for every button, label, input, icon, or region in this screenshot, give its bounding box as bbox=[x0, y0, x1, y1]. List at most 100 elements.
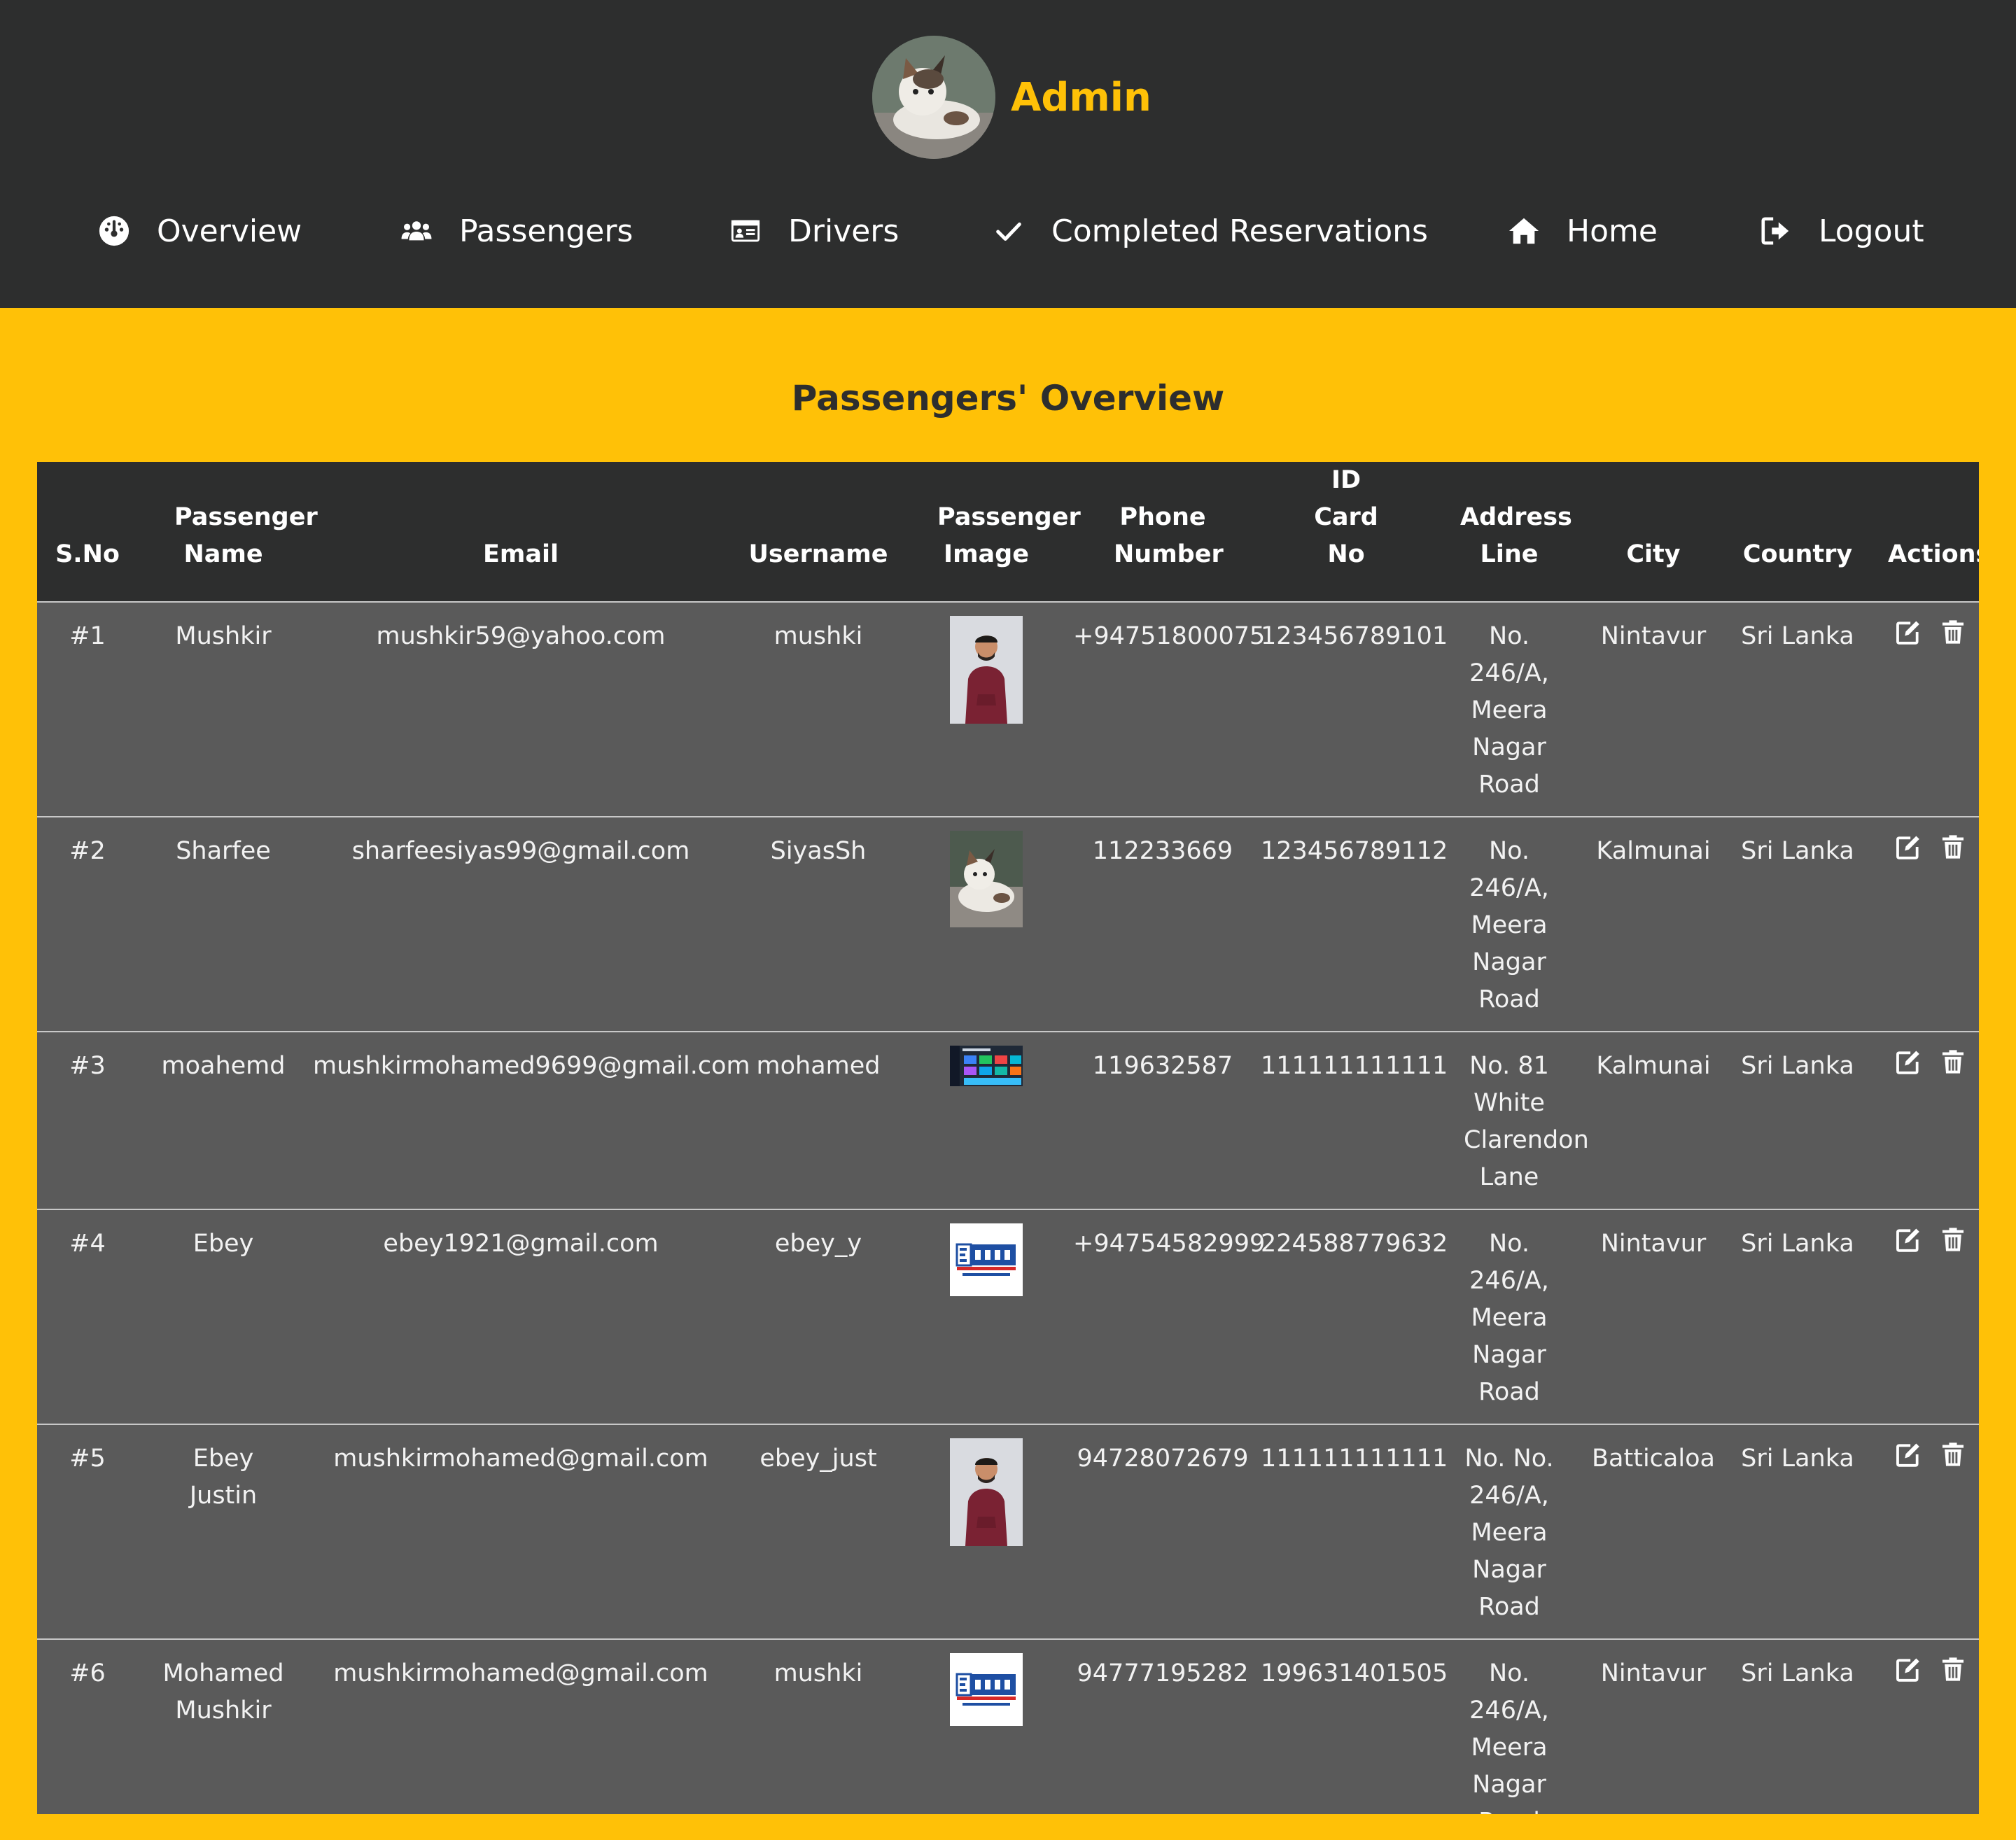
cell-image bbox=[904, 602, 1069, 817]
cell-country: Sri Lanka bbox=[1741, 1445, 1854, 1473]
cell-phone: 94777195282 bbox=[1077, 1659, 1249, 1687]
delete-icon[interactable] bbox=[1940, 618, 1966, 646]
cell-username: SiyasSh bbox=[770, 837, 867, 865]
edit-icon[interactable] bbox=[1895, 1655, 1921, 1683]
cell-address: No. No. 246/A, Meera Nagar Road bbox=[1464, 1445, 1554, 1621]
cell-email: mushkirmohamed@gmail.com bbox=[333, 1445, 708, 1473]
edit-icon[interactable] bbox=[1895, 1440, 1921, 1468]
cell-country: Sri Lanka bbox=[1741, 837, 1854, 865]
cell-image bbox=[904, 1424, 1069, 1639]
passenger-image bbox=[950, 831, 1023, 927]
cell-email: sharfeesiyas99@gmail.com bbox=[351, 837, 690, 865]
nav-drivers-label: Drivers bbox=[788, 213, 899, 249]
cell-email: mushkirmohamed9699@gmail.com bbox=[313, 1052, 750, 1080]
passengers-table-container: S.No Passenger Name Email Username Passe… bbox=[37, 462, 1979, 1814]
cell-address: No. 246/A, Meera Nagar Road bbox=[1469, 1230, 1549, 1406]
users-icon bbox=[399, 213, 434, 248]
brand: Admin bbox=[872, 36, 1152, 159]
cell-actions bbox=[1871, 602, 1979, 817]
delete-icon[interactable] bbox=[1940, 1226, 1966, 1253]
cell-username: mushki bbox=[774, 622, 863, 650]
passenger-image bbox=[950, 1046, 1023, 1086]
cell-actions bbox=[1871, 1639, 1979, 1814]
nav-completed-reservations[interactable]: Completed Reservations bbox=[991, 203, 1428, 259]
nav-home[interactable]: Home bbox=[1506, 203, 1658, 259]
id-card-icon bbox=[728, 213, 763, 248]
table-row: #2 Sharfee sharfeesiyas99@gmail.com SiyasSh… bbox=[37, 817, 1979, 1032]
nav-passengers[interactable]: Passengers bbox=[399, 203, 633, 259]
delete-icon[interactable] bbox=[1940, 1655, 1966, 1683]
table-row: #1 Mushkir mushkir59@yahoo.com mushki +9475… bbox=[37, 602, 1979, 817]
delete-icon[interactable] bbox=[1940, 1440, 1966, 1468]
cell-username: mushki bbox=[774, 1659, 863, 1687]
logout-icon bbox=[1758, 213, 1793, 248]
col-header-sno: S.No bbox=[55, 540, 120, 568]
cell-image bbox=[904, 1639, 1069, 1814]
cell-country: Sri Lanka bbox=[1741, 622, 1854, 650]
cell-address: No. 81 White Clarendon Lane bbox=[1464, 1052, 1589, 1191]
cell-address: No. 246/A, Meera Nagar Road bbox=[1469, 1659, 1549, 1814]
cell-idcard: 224588779632 bbox=[1261, 1230, 1448, 1258]
cell-username: mohamed bbox=[756, 1052, 881, 1080]
admin-avatar bbox=[872, 36, 995, 159]
cell-sno: #1 bbox=[69, 622, 106, 650]
cell-sno: #4 bbox=[69, 1230, 106, 1258]
cell-phone: 94728072679 bbox=[1077, 1445, 1249, 1473]
cell-image bbox=[904, 1032, 1069, 1209]
passenger-image bbox=[950, 1438, 1023, 1546]
delete-icon[interactable] bbox=[1940, 833, 1966, 861]
cell-sno: #2 bbox=[69, 837, 106, 865]
passenger-image bbox=[950, 1223, 1023, 1296]
cell-sno: #5 bbox=[69, 1445, 106, 1473]
cell-image bbox=[904, 817, 1069, 1032]
nav-overview-label: Overview bbox=[157, 213, 302, 249]
cell-city: Kalmunai bbox=[1596, 837, 1711, 865]
nav-home-label: Home bbox=[1567, 213, 1658, 249]
col-header-idcard: ID Card No bbox=[1314, 466, 1378, 568]
cell-idcard: 123456789112 bbox=[1261, 837, 1448, 865]
cell-country: Sri Lanka bbox=[1741, 1230, 1854, 1258]
nav-logout[interactable]: Logout bbox=[1758, 203, 1924, 259]
top-header: Admin Overview Passengers Drivers Comple… bbox=[0, 0, 2016, 308]
passengers-table: S.No Passenger Name Email Username Passe… bbox=[37, 462, 1979, 1814]
passenger-image bbox=[950, 616, 1023, 724]
cell-name: moahemd bbox=[161, 1052, 286, 1080]
cell-country: Sri Lanka bbox=[1741, 1052, 1854, 1080]
cell-city: Batticaloa bbox=[1592, 1445, 1715, 1473]
table-row: #5 Ebey Justin mushkirmohamed@gmail.com ebe… bbox=[37, 1424, 1979, 1639]
row-actions bbox=[1875, 1048, 1979, 1076]
cell-sno: #3 bbox=[69, 1052, 106, 1080]
edit-icon[interactable] bbox=[1895, 833, 1921, 861]
cell-phone: +94754582999 bbox=[1073, 1230, 1266, 1258]
nav-drivers[interactable]: Drivers bbox=[728, 203, 899, 259]
cell-phone: 112233669 bbox=[1092, 837, 1233, 865]
cell-city: Nintavur bbox=[1600, 622, 1707, 650]
nav-overview[interactable]: Overview bbox=[97, 203, 302, 259]
row-actions bbox=[1875, 1440, 1979, 1468]
cell-idcard: 123456789101 bbox=[1261, 622, 1448, 650]
cell-sno: #6 bbox=[69, 1659, 106, 1687]
col-header-address: Address Line bbox=[1460, 503, 1572, 568]
edit-icon[interactable] bbox=[1895, 618, 1921, 646]
cell-city: Kalmunai bbox=[1596, 1052, 1711, 1080]
brand-name: Admin bbox=[1011, 74, 1152, 120]
row-actions bbox=[1875, 618, 1979, 646]
nav-passengers-label: Passengers bbox=[459, 213, 634, 249]
edit-icon[interactable] bbox=[1895, 1048, 1921, 1076]
delete-icon[interactable] bbox=[1940, 1048, 1966, 1076]
cell-idcard: 199631401505 bbox=[1261, 1659, 1448, 1687]
col-header-city: City bbox=[1626, 540, 1681, 568]
edit-icon[interactable] bbox=[1895, 1226, 1921, 1253]
cell-name: Ebey Justin bbox=[189, 1445, 258, 1510]
cell-actions bbox=[1871, 1209, 1979, 1424]
col-header-name: Passenger Name bbox=[174, 503, 318, 568]
home-icon bbox=[1506, 213, 1541, 248]
nav-completed-reservations-label: Completed Reservations bbox=[1051, 213, 1428, 249]
col-header-phone: Phone Number bbox=[1114, 503, 1224, 568]
cell-name: Mohamed Mushkir bbox=[162, 1659, 284, 1725]
row-actions bbox=[1875, 833, 1979, 861]
nav-logout-label: Logout bbox=[1819, 213, 1924, 249]
cell-email: mushkir59@yahoo.com bbox=[376, 622, 666, 650]
col-header-image: Passenger Image bbox=[937, 503, 1081, 568]
col-header-country: Country bbox=[1742, 540, 1853, 568]
